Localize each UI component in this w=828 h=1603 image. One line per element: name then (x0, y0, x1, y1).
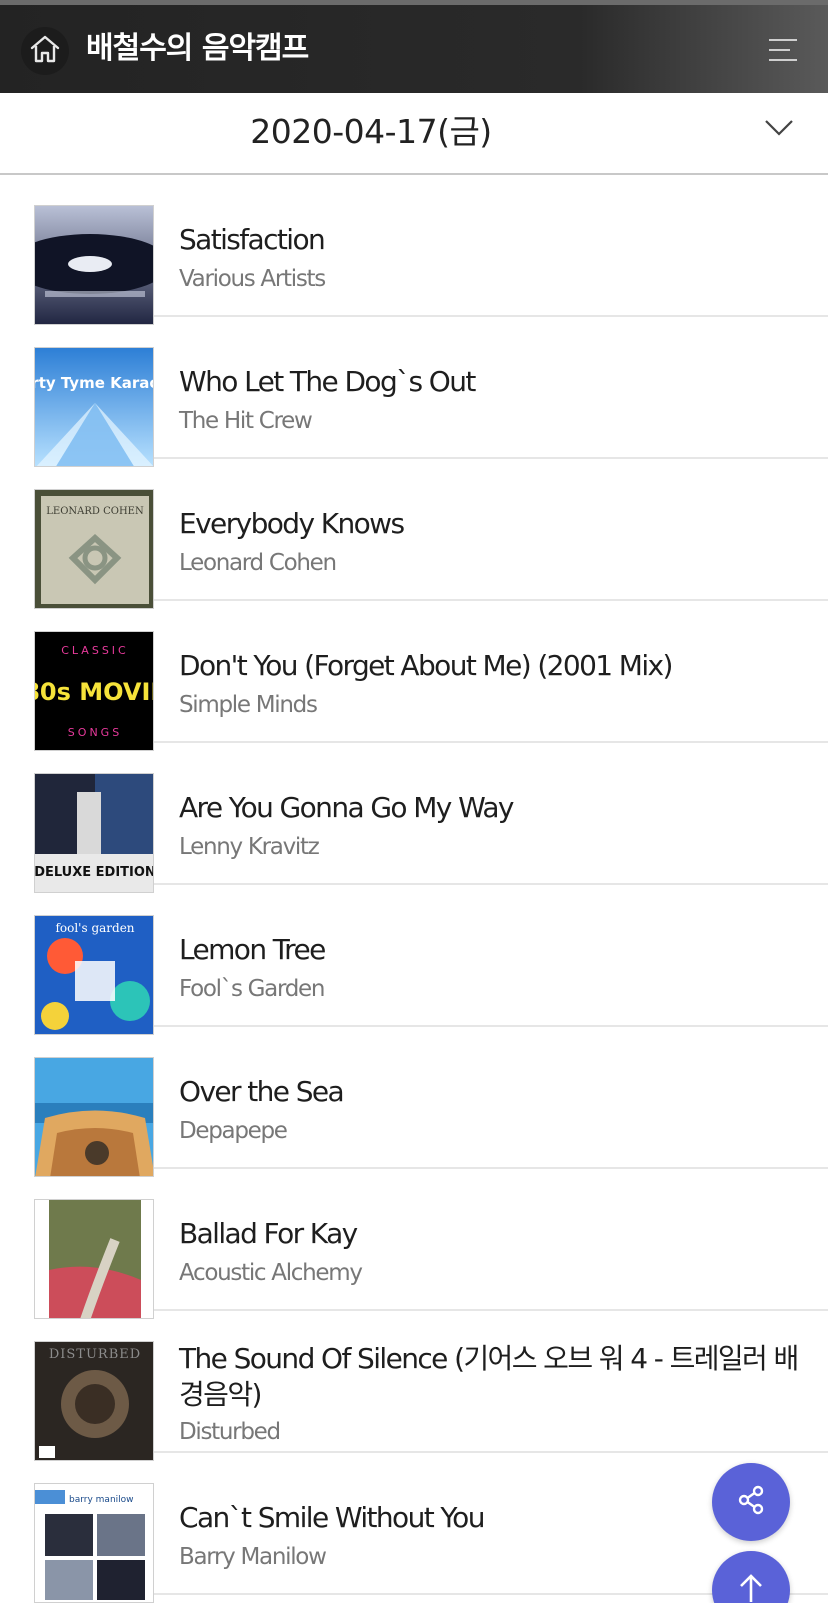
song-artist: Fool`s Garden (179, 976, 325, 1002)
album-art: fool's garden (34, 915, 154, 1035)
song-title: Don't You (Forget About Me) (2001 Mix) (179, 649, 673, 682)
song-title: Who Let The Dog`s Out (179, 365, 476, 398)
song-artist: Depapepe (179, 1118, 288, 1144)
song-title: Lemon Tree (179, 933, 326, 966)
song-artist: The Hit Crew (179, 408, 313, 434)
album-art (34, 1199, 154, 1319)
home-icon (28, 34, 62, 68)
album-art-text: CLASSIC (61, 644, 128, 657)
song-artist: Disturbed (179, 1419, 281, 1445)
share-icon (735, 1484, 767, 1520)
list-item[interactable]: fool's garden Lemon Tree Fool`s Garden (34, 885, 828, 1035)
song-artist: Leonard Cohen (179, 550, 337, 576)
song-artist: Lenny Kravitz (179, 834, 320, 860)
album-art-text: LEONARD COHEN (46, 506, 144, 517)
share-button[interactable] (712, 1463, 790, 1541)
song-artist: Simple Minds (179, 692, 318, 718)
song-title: Ballad For Kay (179, 1217, 358, 1250)
album-art: DISTURBED (34, 1341, 154, 1461)
song-artist: Barry Manilow (179, 1544, 327, 1570)
song-list: Satisfaction Various Artists Party Tyme … (34, 175, 828, 1603)
list-item[interactable]: LEONARD COHEN Everybody Knows Leonard Co… (34, 459, 828, 609)
song-title: The Sound Of Silence (기어스 오브 워 4 - 트레일러 … (179, 1342, 799, 1411)
menu-button[interactable] (768, 37, 798, 65)
list-item[interactable]: Ballad For Kay Acoustic Alchemy (34, 1169, 828, 1319)
album-art: DELUXE EDITION (34, 773, 154, 893)
list-item[interactable]: Over the Sea Depapepe (34, 1027, 828, 1177)
app-header: 배철수의 음악캠프 (0, 0, 828, 93)
song-title: Everybody Knows (179, 507, 405, 540)
song-title: Satisfaction (179, 223, 326, 256)
app-title: 배철수의 음악캠프 (86, 31, 309, 66)
album-art (34, 1057, 154, 1177)
album-art-text: DELUXE EDITION (35, 865, 154, 880)
date-label: 2020-04-17(금) (250, 112, 492, 151)
song-title: Over the Sea (179, 1075, 345, 1108)
album-art (34, 205, 154, 325)
album-art: LEONARD COHEN (34, 489, 154, 609)
album-art-text: fool's garden (55, 921, 134, 935)
album-art-text: SONGS (68, 726, 122, 739)
song-artist: Various Artists (179, 266, 326, 292)
chevron-down-icon[interactable] (764, 119, 794, 141)
list-item[interactable]: Satisfaction Various Artists (34, 175, 828, 325)
hamburger-menu-icon (768, 39, 798, 69)
album-art-text: barry manilow (69, 1495, 134, 1505)
album-art: barry manilow (34, 1483, 154, 1603)
list-item[interactable]: CLASSIC 80s MOVIE SONGS Don't You (Forge… (34, 601, 828, 751)
list-item[interactable]: DISTURBED The Sound Of Silence (기어스 오브 워… (34, 1311, 828, 1461)
list-item[interactable]: DELUXE EDITION Are You Gonna Go My Way L… (34, 743, 828, 893)
home-button[interactable] (21, 27, 69, 75)
song-title: Are You Gonna Go My Way (179, 791, 515, 824)
album-art: Party Tyme Karaoke (34, 347, 154, 467)
arrow-up-icon (735, 1572, 767, 1603)
album-art: CLASSIC 80s MOVIE SONGS (34, 631, 154, 751)
list-item[interactable]: Party Tyme Karaoke Who Let The Dog`s Out… (34, 317, 828, 467)
album-art-text: Party Tyme Karaoke (35, 374, 154, 392)
song-title: Can`t Smile Without You (179, 1501, 485, 1534)
date-selector[interactable]: 2020-04-17(금) (0, 93, 828, 175)
album-art-text: DISTURBED (49, 1347, 141, 1362)
album-art-text: 80s MOVIE (35, 678, 154, 706)
song-artist: Acoustic Alchemy (179, 1260, 363, 1286)
list-item[interactable]: barry manilow Can`t Smile Without You Ba… (34, 1453, 828, 1603)
